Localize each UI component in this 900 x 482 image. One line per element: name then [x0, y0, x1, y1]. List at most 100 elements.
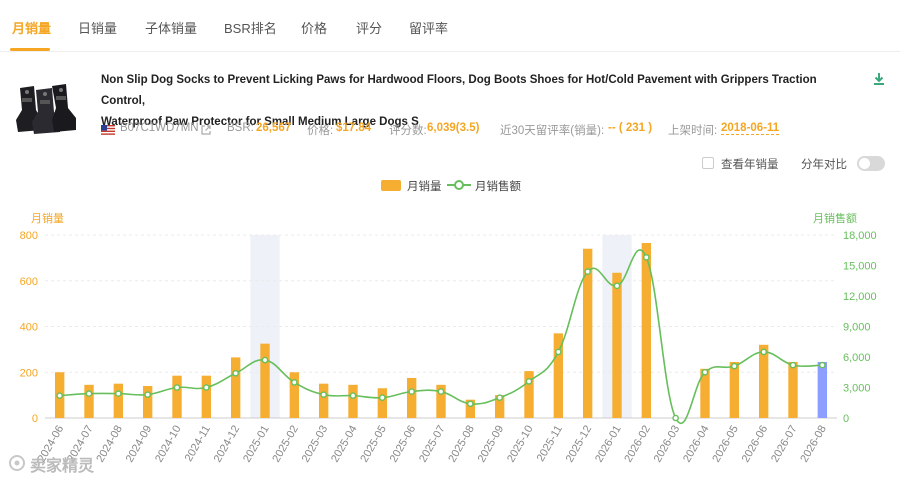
external-link-icon[interactable]	[201, 125, 211, 135]
bar-2025-04[interactable]	[348, 384, 358, 418]
x-tick-label: 2026-03	[652, 424, 683, 465]
legend-monthly-sales[interactable]: 月销量	[407, 178, 442, 193]
x-tick-label: 2025-06	[388, 424, 419, 465]
sales-chart: 0 200 400 600 800 0 3,000 6,000 9,000 12,000 15,00…	[20, 230, 877, 465]
revenue-point-2024-06[interactable]	[56, 392, 63, 399]
revenue-point-2025-07[interactable]	[437, 388, 445, 395]
right-tick-label: 12,000	[843, 291, 877, 303]
tab-variant-sales[interactable]: 子体销量	[145, 18, 197, 37]
tab-review-rate[interactable]: 留评率	[409, 18, 448, 37]
revenue-point-2025-05[interactable]	[379, 394, 386, 401]
price-value: $17.84	[336, 122, 372, 134]
toggle-knob	[859, 158, 870, 169]
bar-2026-06[interactable]	[758, 344, 769, 418]
legend-bar-swatch[interactable]	[381, 180, 401, 191]
x-tick-label: 2025-07	[417, 424, 448, 465]
x-tick-label: 2024-10	[153, 424, 184, 465]
revenue-point-2026-03[interactable]	[672, 414, 679, 422]
tab-monthly-sales[interactable]: 月销量	[12, 18, 51, 37]
bsr-label: BSR:	[227, 122, 254, 134]
bar-2024-09[interactable]	[142, 385, 153, 418]
left-tick-label: 800	[20, 230, 38, 242]
x-tick-label: 2026-06	[740, 424, 771, 465]
revenue-point-2025-10[interactable]	[525, 378, 533, 385]
revenue-point-2025-04[interactable]	[349, 392, 357, 399]
bar-2025-06[interactable]	[406, 377, 417, 418]
active-tab-indicator	[10, 48, 50, 51]
revenue-point-2025-02[interactable]	[291, 379, 298, 386]
revenue-point-2024-11[interactable]	[203, 384, 210, 391]
tab-bar: 月销量 日销量 子体销量 BSR排名 价格 评分 留评率	[0, 0, 900, 52]
right-tick-label: 0	[843, 413, 849, 425]
revenue-point-2025-03[interactable]	[320, 391, 327, 398]
bar-2024-11[interactable]	[201, 375, 212, 418]
launch-date-label: 上架时间:	[668, 125, 718, 137]
right-tick-label: 3,000	[843, 383, 871, 395]
bar-2025-01[interactable]	[260, 343, 270, 418]
revenue-point-2026-04[interactable]	[701, 368, 709, 376]
bar-2026-07[interactable]	[788, 361, 798, 418]
revenue-point-2026-06[interactable]	[760, 348, 767, 356]
tab-daily-sales[interactable]: 日销量	[78, 18, 117, 37]
x-tick-label: 2024-11	[183, 424, 213, 464]
revenue-point-2025-09[interactable]	[496, 394, 503, 401]
legend-line-swatch[interactable]	[447, 178, 471, 192]
bar-2025-05[interactable]	[377, 388, 388, 418]
ratings-label: 评分数:	[389, 125, 427, 137]
tab-price[interactable]: 价格	[301, 18, 327, 37]
watermark-text: 卖家精灵	[30, 458, 95, 475]
revenue-point-2025-12[interactable]	[584, 268, 591, 275]
revenue-point-2026-02[interactable]	[643, 254, 650, 261]
revenue-point-2025-06[interactable]	[408, 388, 415, 395]
revenue-point-2024-10[interactable]	[173, 384, 181, 391]
revenue-point-2024-08[interactable]	[115, 390, 122, 397]
tab-bsr-rank[interactable]: BSR排名	[224, 18, 277, 37]
right-tick-label: 18,000	[843, 230, 877, 242]
x-tick-label: 2025-02	[270, 424, 301, 465]
tab-rating[interactable]: 评分	[356, 18, 382, 37]
bar-2026-08[interactable]	[817, 361, 828, 418]
revenue-point-2026-07[interactable]	[789, 361, 797, 369]
bar-2024-08[interactable]	[113, 383, 124, 418]
bar-2024-12[interactable]	[230, 357, 241, 418]
asin-text: B07C1WD7MN	[120, 122, 199, 134]
x-tick-label: 2026-08	[798, 424, 829, 465]
bar-2025-02[interactable]	[289, 372, 300, 418]
left-tick-label: 200	[20, 367, 38, 379]
revenue-point-2026-08[interactable]	[819, 361, 826, 369]
bar-2026-01[interactable]	[612, 272, 622, 418]
revenue-point-2026-05[interactable]	[731, 362, 738, 370]
yearly-sales-checkbox[interactable]	[702, 157, 714, 169]
x-tick-label: 2025-10	[505, 424, 536, 465]
review-rate-label: 近30天留评率(销量):	[500, 125, 605, 137]
bar-2025-03[interactable]	[318, 383, 329, 418]
x-tick-label: 2026-04	[681, 424, 712, 465]
revenue-point-2024-09[interactable]	[144, 391, 151, 398]
x-tick-label: 2025-01	[241, 424, 272, 465]
ratings-value: 6,039(3.5)	[427, 122, 480, 134]
left-tick-label: 400	[20, 322, 38, 334]
x-tick-label: 2025-04	[329, 424, 360, 465]
download-icon[interactable]	[873, 72, 885, 86]
legend-monthly-revenue[interactable]: 月销售额	[475, 178, 521, 193]
us-flag-icon	[101, 125, 115, 135]
revenue-point-2024-07[interactable]	[85, 390, 93, 397]
revenue-point-2025-01[interactable]	[261, 356, 269, 364]
revenue-point-2025-11[interactable]	[555, 348, 562, 356]
right-tick-label: 6,000	[843, 352, 871, 364]
x-tick-label: 2024-08	[94, 424, 125, 465]
revenue-point-2026-01[interactable]	[613, 282, 621, 290]
x-tick-label: 2025-08	[446, 424, 477, 465]
revenue-point-2024-12[interactable]	[232, 369, 239, 377]
price-label: 价格:	[307, 125, 334, 137]
bsr-value: 26,567	[256, 122, 292, 134]
bar-2024-10[interactable]	[172, 375, 182, 418]
x-tick-label: 2024-12	[212, 424, 243, 465]
yearly-compare-label: 分年对比	[801, 159, 847, 171]
launch-date-value[interactable]: 2018-06-11	[721, 122, 780, 135]
revenue-point-2025-08[interactable]	[467, 400, 474, 408]
yearly-compare-toggle[interactable]	[857, 156, 885, 171]
x-tick-label: 2025-12	[564, 424, 595, 465]
bar-2026-05[interactable]	[729, 361, 740, 418]
bar-2024-07[interactable]	[84, 384, 94, 418]
